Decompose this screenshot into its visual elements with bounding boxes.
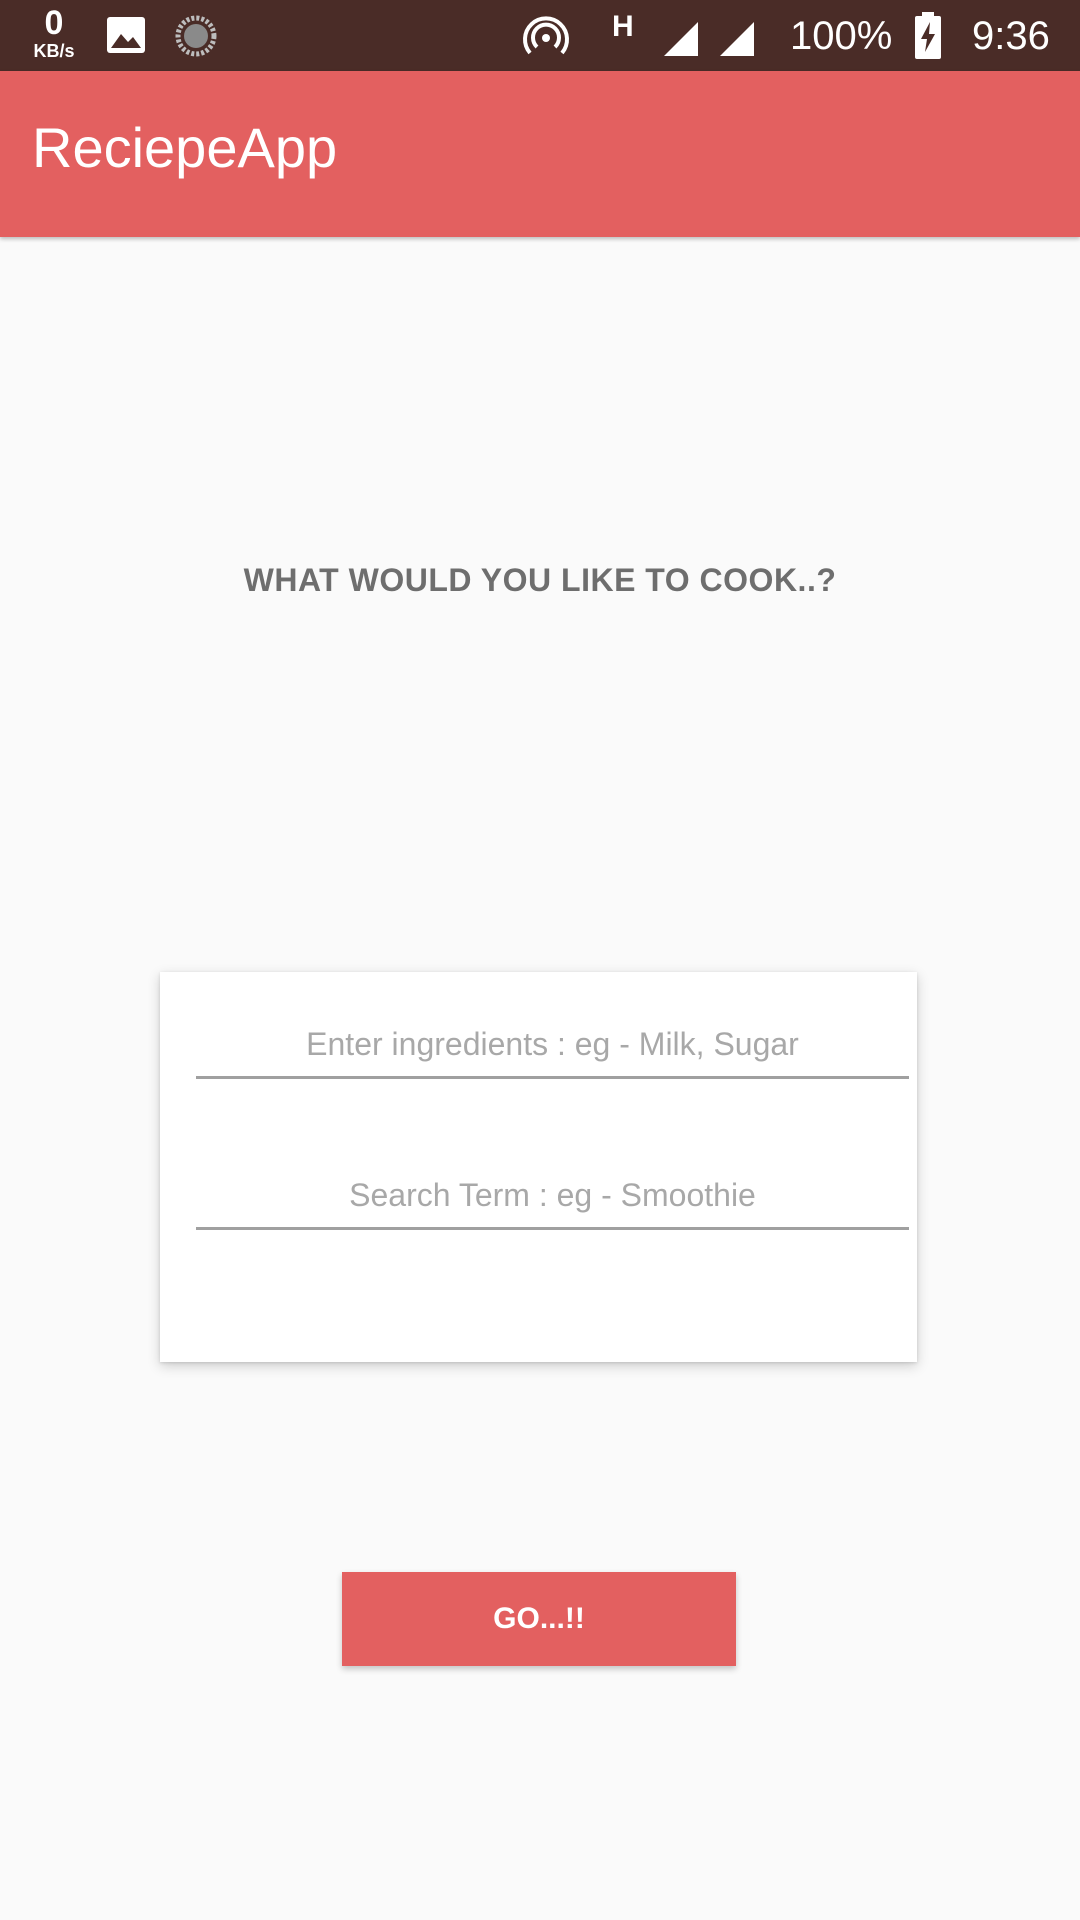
network-speed: 0 KB/s (24, 6, 84, 60)
clock: 9:36 (972, 14, 1050, 58)
app-bar: ReciepeApp (0, 71, 1080, 237)
search-card (160, 972, 917, 1362)
network-type-label: H (612, 10, 634, 43)
battery-charging-icon (915, 12, 941, 59)
sync-spinner-icon (175, 15, 217, 57)
search-term-input[interactable] (196, 1163, 909, 1230)
network-speed-value: 0 (44, 4, 64, 42)
status-bar: 0 KB/s H 100% 9:36 (0, 0, 1080, 71)
battery-percent: 100% (790, 14, 893, 58)
signal-icon (664, 22, 698, 56)
screen: 0 KB/s H 100% 9:36 ReciepeApp WHAT WOULD… (0, 0, 1080, 1920)
hotspot-icon (523, 16, 569, 55)
signal-icon (720, 22, 754, 56)
cook-prompt-heading: WHAT WOULD YOU LIKE TO COOK..? (243, 562, 837, 598)
network-speed-unit: KB/s (33, 41, 75, 61)
go-button[interactable]: GO...!! (342, 1572, 736, 1666)
image-icon (107, 17, 145, 53)
ingredients-input[interactable] (196, 1012, 909, 1079)
app-title: ReciepeApp (32, 116, 338, 179)
